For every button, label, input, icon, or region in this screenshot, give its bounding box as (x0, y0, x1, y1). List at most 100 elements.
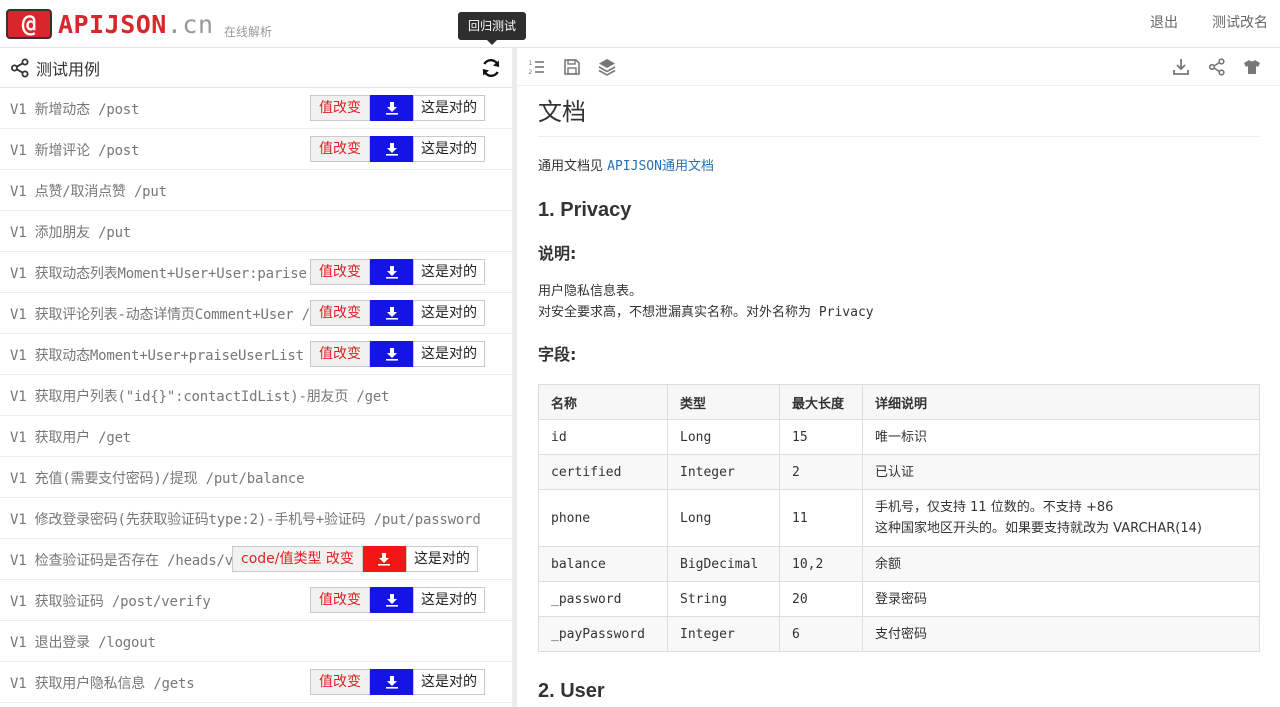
download-arrow-icon (385, 676, 398, 689)
fields-heading: 字段: (538, 345, 577, 364)
compare-badge-group: 值改变 这是对的 (310, 259, 485, 285)
apijson-doc-link[interactable]: APIJSON通用文档 (607, 159, 714, 174)
field-description-cell: 余额 (862, 546, 1260, 582)
logo-suffix: .cn (166, 9, 214, 39)
test-case-name: V1 获取用户列表("id{}":contactIdList)-朋友页 /get (10, 389, 390, 405)
mark-correct-button[interactable]: 这是对的 (405, 546, 478, 572)
download-arrow-icon (385, 348, 398, 361)
test-case-row[interactable]: V1 新增动态 /post 值改变 这是对的 (0, 88, 512, 129)
download-result-button[interactable] (370, 587, 413, 613)
value-changed-badge[interactable]: 值改变 (310, 300, 370, 326)
test-case-name: V1 新增评论 /post (10, 143, 140, 159)
test-case-title: 测试用例 (36, 59, 101, 79)
download-result-button[interactable] (370, 259, 413, 285)
test-case-list: V1 新增动态 /post 值改变 这是对的 V1 新增评论 /post 值改变 这是对的… (0, 88, 512, 703)
test-case-row[interactable]: V1 获取动态列表Moment+User+User:parise 值改变 这是对的 (0, 252, 512, 293)
value-changed-badge[interactable]: 值改变 (310, 259, 370, 285)
download-result-button[interactable] (370, 669, 413, 695)
rename-test-link[interactable]: 测试改名 (1212, 12, 1268, 32)
svg-text:1: 1 (529, 60, 533, 67)
value-changed-badge[interactable]: 值改变 (310, 669, 370, 695)
test-case-row[interactable]: V1 获取动态Moment+User+praiseUserList 值改变 这是对的 (0, 334, 512, 375)
description-line-2: 对安全要求高，不想泄漏真实名称。对外名称为 Privacy (538, 305, 874, 320)
compare-badge-group: 值改变 这是对的 (310, 136, 485, 162)
field-max-length: 6 (779, 616, 863, 652)
test-case-row[interactable]: V1 获取用户隐私信息 /gets 值改变 这是对的 (0, 662, 512, 703)
test-case-name: V1 点赞/取消点赞 /put (10, 184, 167, 200)
download-result-button[interactable] (370, 136, 413, 162)
test-case-name: V1 获取动态Moment+User+praiseUserList (10, 348, 304, 364)
test-case-row[interactable]: V1 新增评论 /post 值改变 这是对的 (0, 129, 512, 170)
explain-heading: 说明: (538, 244, 577, 263)
test-case-row[interactable]: V1 检查验证码是否存在 /heads/v code/值类型 改变 这是对的 (0, 539, 512, 580)
field-description: 唯一标识 (875, 429, 928, 445)
download-arrow-icon (385, 266, 398, 279)
regression-test-tooltip: 回归测试 (458, 12, 527, 45)
tshirt-icon[interactable] (1242, 57, 1262, 77)
test-case-row[interactable]: V1 获取用户列表("id{}":contactIdList)-朋友页 /get (0, 375, 512, 416)
compare-badge-group: code/值类型 改变 这是对的 (232, 546, 478, 572)
mark-correct-button[interactable]: 这是对的 (413, 341, 485, 367)
privacy-description: 用户隐私信息表。 对安全要求高，不想泄漏真实名称。对外名称为 Privacy (538, 281, 1260, 323)
table-row: balance BigDecimal 10,2 余额 (538, 546, 1260, 582)
test-case-row[interactable]: V1 添加朋友 /put (0, 211, 512, 252)
column-header-type: 类型 (667, 384, 780, 420)
mark-correct-button[interactable]: 这是对的 (413, 136, 485, 162)
test-case-name: V1 获取用户隐私信息 /gets (10, 676, 195, 692)
logo[interactable]: @ APIJSON.cn (6, 9, 214, 39)
field-description-cont: 这种国家地区开头的。如果要支持就改为 VARCHAR(14) (875, 521, 1202, 536)
layers-icon[interactable] (597, 57, 617, 77)
field-description-cell: 支付密码 (862, 616, 1260, 652)
document-toolbar: 1 2 (517, 48, 1280, 86)
download-result-button[interactable] (362, 546, 406, 572)
doc-intro: 通用文档见 APIJSON通用文档 (538, 155, 1260, 174)
test-case-name: V1 添加朋友 /put (10, 225, 132, 241)
field-name: certified (538, 454, 668, 490)
field-name: id (538, 419, 668, 455)
field-max-length: 20 (779, 581, 863, 617)
download-arrow-icon (385, 143, 398, 156)
logout-link[interactable]: 退出 (1150, 12, 1178, 32)
mark-correct-button[interactable]: 这是对的 (413, 300, 485, 326)
share-nodes-icon (11, 58, 29, 77)
test-case-row[interactable]: V1 获取用户 /get (0, 416, 512, 457)
test-case-name: V1 获取用户 /get (10, 430, 132, 446)
download-result-button[interactable] (370, 300, 413, 326)
field-max-length: 15 (779, 419, 863, 455)
download-result-button[interactable] (370, 95, 413, 121)
test-case-row[interactable]: V1 获取验证码 /post/verify 值改变 这是对的 (0, 580, 512, 621)
column-header-description: 详细说明 (862, 384, 1260, 420)
value-changed-badge[interactable]: 值改变 (310, 95, 370, 121)
test-case-row[interactable]: V1 修改登录密码(先获取验证码type:2)-手机号+验证码 /put/pas… (0, 498, 512, 539)
value-changed-badge[interactable]: 值改变 (310, 136, 370, 162)
save-icon[interactable] (562, 57, 582, 77)
format-list-icon[interactable]: 1 2 (527, 57, 547, 77)
download-result-button[interactable] (370, 341, 413, 367)
code-type-changed-badge[interactable]: code/值类型 改变 (232, 546, 363, 572)
share-icon[interactable] (1207, 57, 1227, 77)
field-description: 支付密码 (875, 626, 928, 642)
fields-table: 名称 类型 最大长度 详细说明 id Long 15 唯一标识 certified Int… (538, 384, 1260, 652)
test-case-row[interactable]: V1 充值(需要支付密码)/提现 /put/balance (0, 457, 512, 498)
mark-correct-button[interactable]: 这是对的 (413, 259, 485, 285)
mark-correct-button[interactable]: 这是对的 (413, 669, 485, 695)
header-actions: 退出 测试改名 (1150, 0, 1268, 44)
compare-badge-group: 值改变 这是对的 (310, 300, 485, 326)
test-case-row[interactable]: V1 退出登录 /logout (0, 621, 512, 662)
value-changed-badge[interactable]: 值改变 (310, 341, 370, 367)
mark-correct-button[interactable]: 这是对的 (413, 95, 485, 121)
download-icon[interactable] (1171, 57, 1191, 77)
field-name: _payPassword (538, 616, 668, 652)
mark-correct-button[interactable]: 这是对的 (413, 587, 485, 613)
test-case-row[interactable]: V1 点赞/取消点赞 /put (0, 170, 512, 211)
table-row: _payPassword Integer 6 支付密码 (538, 616, 1260, 652)
top-header: @ APIJSON.cn 在线解析 回归测试 退出 测试改名 (0, 0, 1280, 48)
field-description: 余额 (875, 556, 902, 572)
refresh-icon[interactable] (480, 57, 502, 79)
column-header-name: 名称 (538, 384, 668, 420)
field-type: BigDecimal (667, 546, 780, 582)
value-changed-badge[interactable]: 值改变 (310, 587, 370, 613)
test-case-row[interactable]: V1 获取评论列表-动态详情页Comment+User / 值改变 这是对的 (0, 293, 512, 334)
field-max-length: 2 (779, 454, 863, 490)
compare-badge-group: 值改变 这是对的 (310, 587, 485, 613)
